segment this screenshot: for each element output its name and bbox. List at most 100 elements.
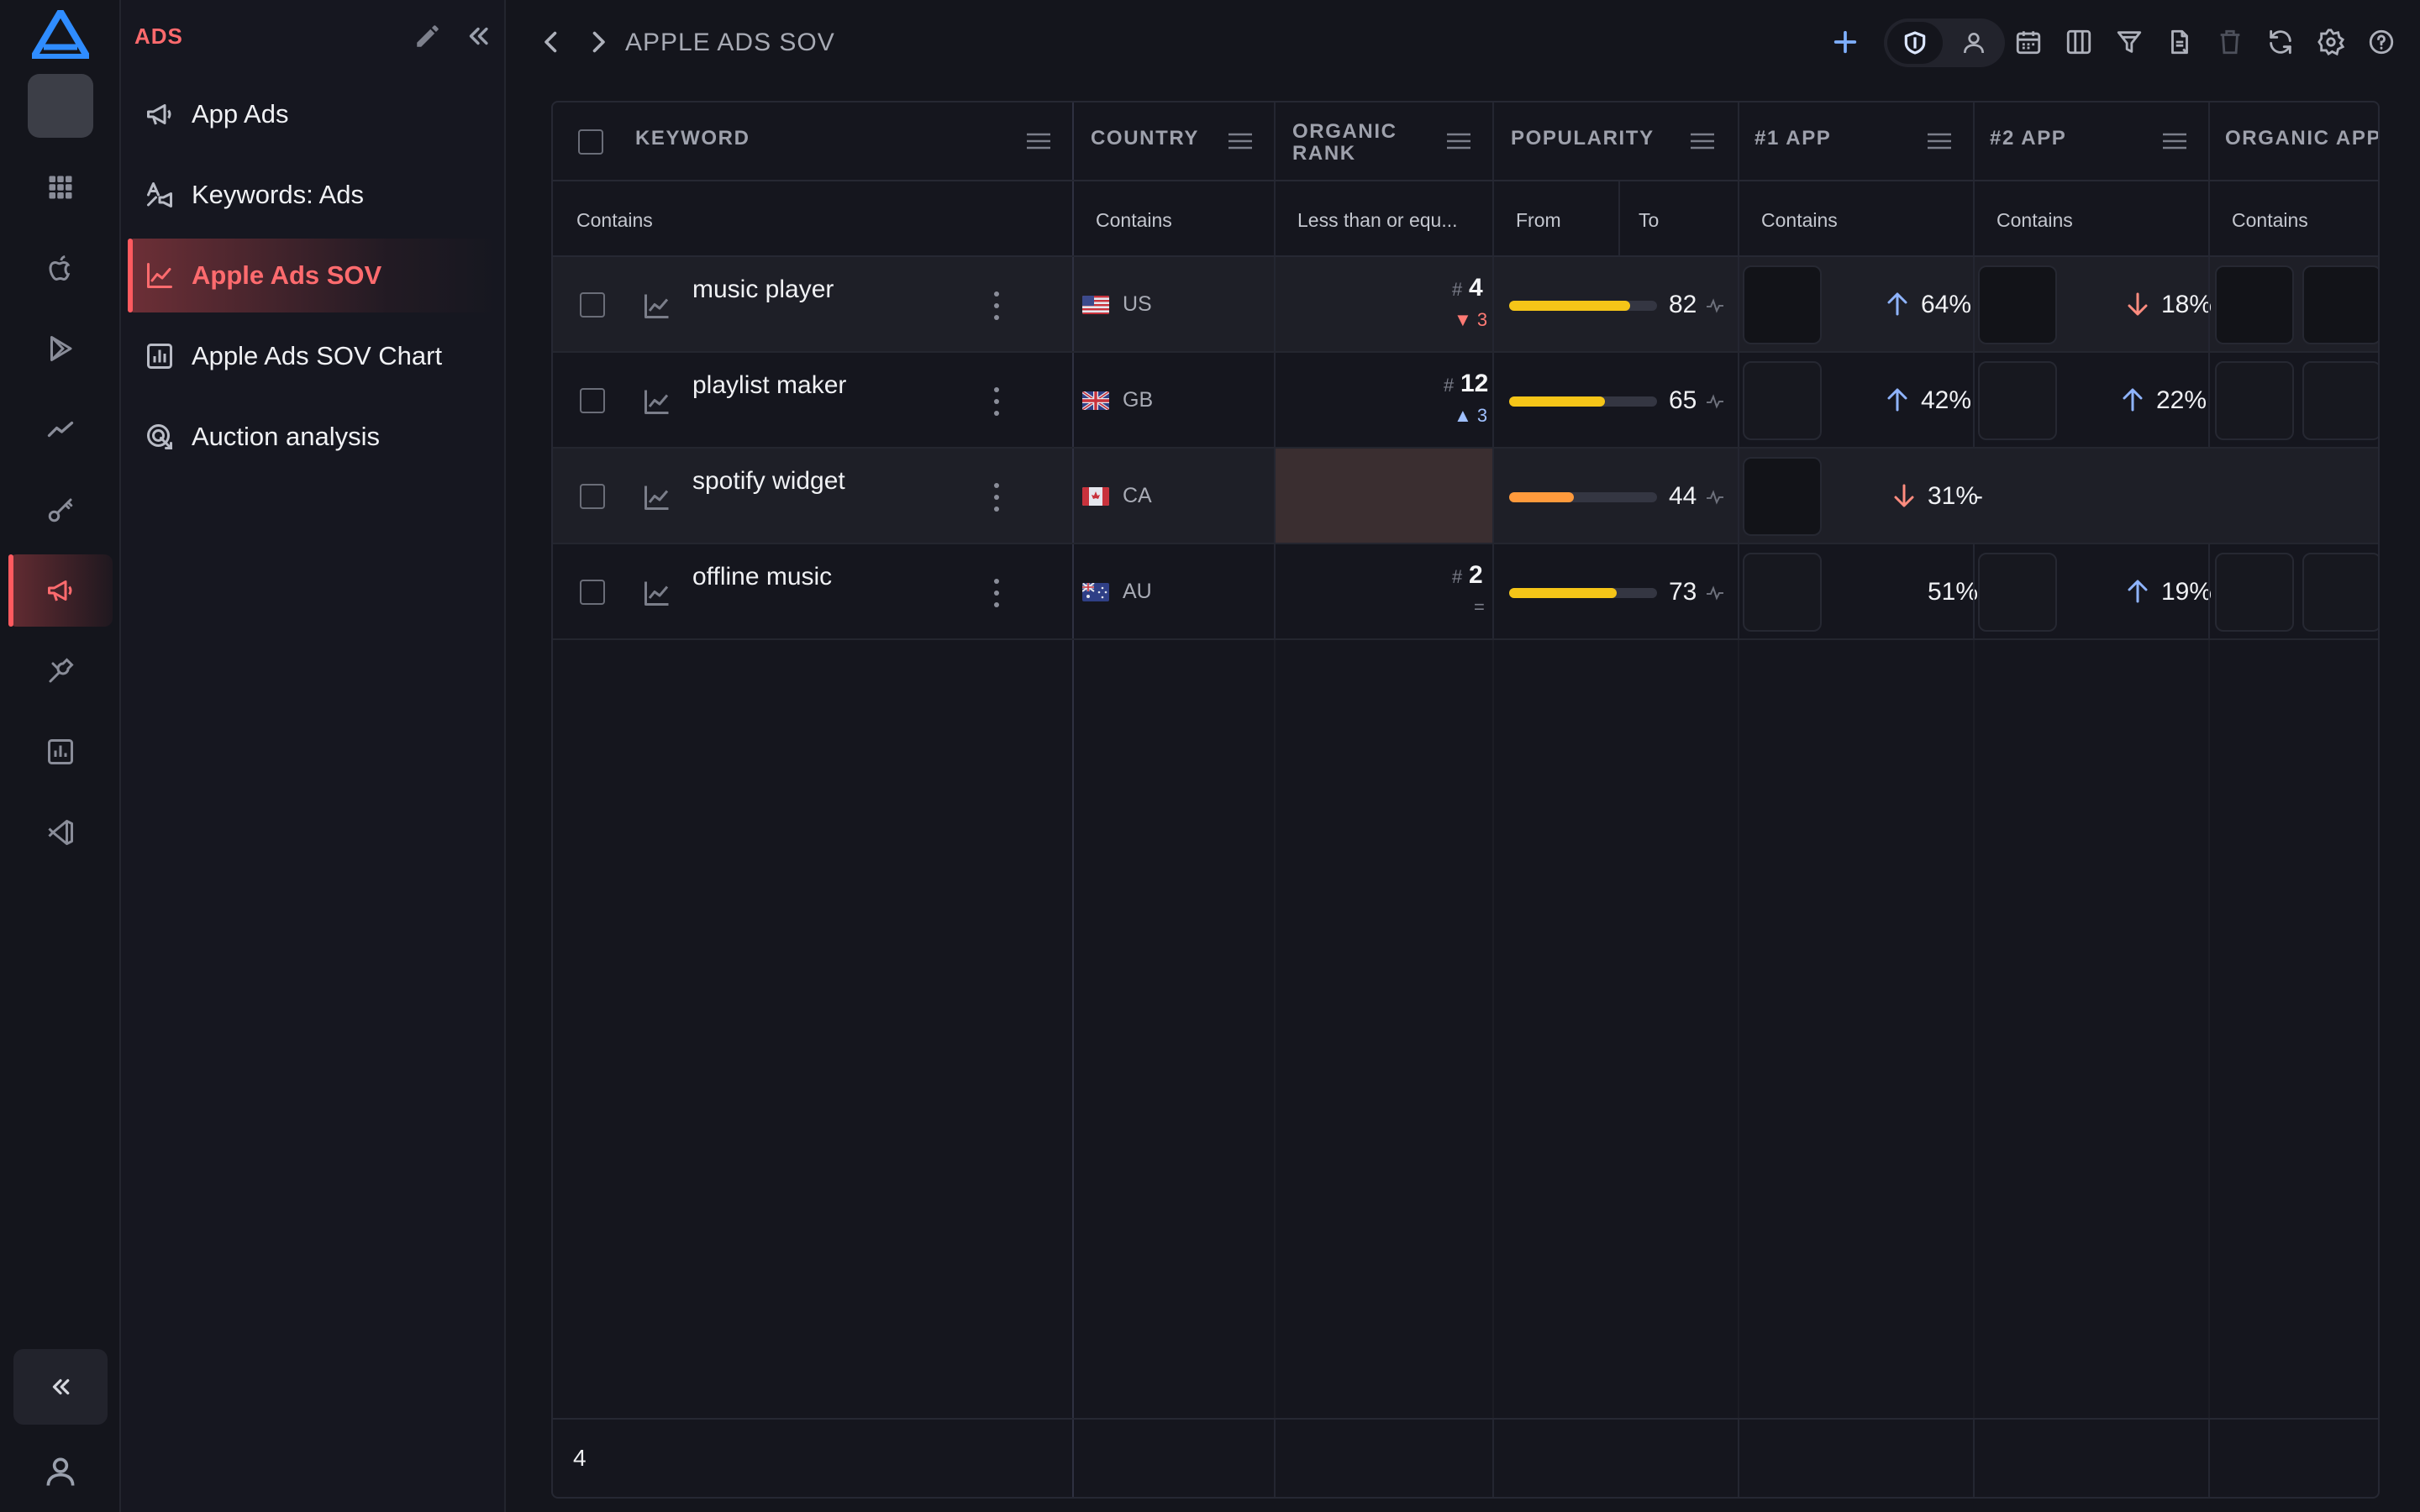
popularity-from-input[interactable]: From bbox=[1516, 202, 1608, 239]
column-menu-button[interactable] bbox=[1689, 131, 1716, 151]
column-header-keyword[interactable]: KEYWORD bbox=[635, 128, 750, 150]
column-header-organic-rank[interactable]: ORGANIC RANK bbox=[1292, 121, 1427, 165]
organic-app-icon-placeholder[interactable] bbox=[2215, 361, 2294, 440]
organic-app-icon-placeholder[interactable] bbox=[2215, 553, 2294, 632]
user-profile-button[interactable] bbox=[42, 1453, 79, 1490]
arrow-up-icon bbox=[2128, 580, 2148, 603]
organic-app-icon-placeholder[interactable] bbox=[2302, 361, 2378, 440]
row-menu-icon[interactable] bbox=[992, 289, 1002, 323]
shield-toggle-button[interactable] bbox=[1887, 22, 1943, 64]
line-chart-icon[interactable] bbox=[642, 578, 672, 608]
chevron-left-icon bbox=[544, 31, 557, 53]
column-header-app2[interactable]: #2 APP bbox=[1990, 128, 2066, 150]
app1-icon-placeholder[interactable] bbox=[1743, 265, 1822, 344]
row-menu-icon[interactable] bbox=[992, 385, 1002, 418]
export-button[interactable] bbox=[2161, 24, 2198, 60]
rail-apple[interactable] bbox=[8, 232, 113, 304]
popularity-value: 73 bbox=[1669, 578, 1697, 606]
settings-button[interactable] bbox=[2312, 24, 2349, 60]
column-menu-button[interactable] bbox=[1025, 131, 1052, 151]
app1-icon-placeholder[interactable] bbox=[1743, 553, 1822, 632]
app1-icon-placeholder[interactable] bbox=[1743, 361, 1822, 440]
columns-button[interactable] bbox=[2060, 24, 2097, 60]
delete-button[interactable] bbox=[2212, 24, 2249, 60]
filter-icon bbox=[2117, 31, 2142, 53]
rail-collapse-button[interactable] bbox=[13, 1349, 108, 1425]
organic-app-icon-placeholder[interactable] bbox=[2302, 553, 2378, 632]
rail-trend[interactable] bbox=[8, 393, 113, 465]
rail-play-store[interactable] bbox=[8, 312, 113, 385]
rail-vscode[interactable] bbox=[8, 796, 113, 869]
export-icon bbox=[2171, 29, 2188, 55]
data-grid: KEYWORD COUNTRY ORGANIC RANK POPULARITY … bbox=[551, 101, 2380, 1499]
add-button[interactable] bbox=[1827, 24, 1864, 60]
rail-reports[interactable] bbox=[8, 716, 113, 788]
organic-app-icon-placeholder[interactable] bbox=[2215, 265, 2294, 344]
double-chevron-left-icon bbox=[52, 1378, 70, 1395]
rail-ads[interactable] bbox=[8, 554, 113, 627]
column-menu-button[interactable] bbox=[1227, 131, 1254, 151]
sidebar-item-apple-ads-sov[interactable]: Apple Ads SOV bbox=[128, 239, 497, 312]
table-row[interactable]: spotify widget CA 44 31% - bbox=[553, 449, 2378, 544]
column-header-app1[interactable]: #1 APP bbox=[1754, 128, 1831, 150]
row-menu-icon[interactable] bbox=[992, 480, 1002, 514]
popularity-value: 82 bbox=[1669, 291, 1697, 318]
app2-icon-placeholder[interactable] bbox=[1978, 265, 2057, 344]
app2-filter-input[interactable]: Contains bbox=[1996, 202, 2198, 239]
row-checkbox[interactable] bbox=[580, 484, 605, 509]
table-row[interactable]: offline music AU # 2 = 73 51% 19% bbox=[553, 544, 2378, 640]
column-menu-button[interactable] bbox=[1926, 131, 1953, 151]
app1-icon-placeholder[interactable] bbox=[1743, 457, 1822, 536]
topbar: APPLE ADS SOV bbox=[506, 0, 2420, 87]
rank-hash: # bbox=[1444, 375, 1455, 396]
forward-button[interactable] bbox=[583, 27, 613, 57]
line-chart-icon[interactable] bbox=[642, 386, 672, 417]
sidebar-item-auction-analysis[interactable]: Auction analysis bbox=[128, 400, 497, 474]
workspace-avatar[interactable] bbox=[28, 74, 93, 138]
help-button[interactable] bbox=[2363, 24, 2400, 60]
app-logo[interactable] bbox=[32, 10, 89, 59]
rail-apps-grid[interactable] bbox=[8, 151, 113, 223]
calendar-button[interactable] bbox=[2010, 24, 2047, 60]
organic-apps-filter-input[interactable]: Contains bbox=[2232, 202, 2375, 239]
app1-share: 42% bbox=[1921, 386, 1972, 414]
rail-keys[interactable] bbox=[8, 474, 113, 546]
keyword-filter-input[interactable]: Contains bbox=[576, 202, 1047, 239]
table-row[interactable]: music player US # 4 ▼ 3 82 64% 18% bbox=[553, 257, 2378, 353]
columns-icon bbox=[2066, 29, 2091, 55]
row-checkbox[interactable] bbox=[580, 388, 605, 413]
edit-sidebar-button[interactable] bbox=[413, 22, 442, 50]
back-button[interactable] bbox=[536, 27, 566, 57]
column-header-country[interactable]: COUNTRY bbox=[1091, 128, 1199, 150]
sidebar-collapse-button[interactable] bbox=[464, 22, 492, 50]
app2-share: 19% bbox=[2161, 578, 2212, 606]
organic-app-icon-placeholder[interactable] bbox=[2302, 265, 2378, 344]
table-row[interactable]: playlist maker GB # 12 ▲ 3 65 42% 22% bbox=[553, 353, 2378, 449]
sidebar-item-app-ads[interactable]: App Ads bbox=[128, 77, 497, 151]
filter-button[interactable] bbox=[2111, 24, 2148, 60]
rail-tools[interactable] bbox=[8, 635, 113, 707]
refresh-button[interactable] bbox=[2262, 24, 2299, 60]
user-toggle-button[interactable] bbox=[1946, 22, 2002, 64]
ca-flag-icon bbox=[1082, 487, 1109, 506]
organic-rank-filter-input[interactable]: Less than or equ... bbox=[1297, 202, 1482, 239]
column-header-popularity[interactable]: POPULARITY bbox=[1511, 128, 1655, 150]
row-count: 4 bbox=[573, 1445, 587, 1471]
line-chart-icon[interactable] bbox=[642, 291, 672, 321]
app1-filter-input[interactable]: Contains bbox=[1761, 202, 1963, 239]
column-header-organic-apps[interactable]: ORGANIC APPS bbox=[2225, 128, 2378, 150]
app2-icon-placeholder[interactable] bbox=[1978, 553, 2057, 632]
popularity-to-input[interactable]: To bbox=[1639, 202, 1723, 239]
app2-icon-placeholder[interactable] bbox=[1978, 361, 2057, 440]
row-menu-icon[interactable] bbox=[992, 576, 1002, 610]
sidebar-item-keywords-ads[interactable]: Keywords: Ads bbox=[128, 158, 497, 232]
sidebar-item-apple-ads-sov-chart[interactable]: Apple Ads SOV Chart bbox=[128, 319, 497, 393]
row-checkbox[interactable] bbox=[580, 580, 605, 605]
row-checkbox[interactable] bbox=[580, 292, 605, 318]
app1-share: 64% bbox=[1921, 291, 1972, 318]
country-filter-input[interactable]: Contains bbox=[1096, 202, 1264, 239]
select-all-checkbox[interactable] bbox=[578, 129, 603, 155]
column-menu-button[interactable] bbox=[1445, 131, 1472, 151]
column-menu-button[interactable] bbox=[2161, 131, 2188, 151]
line-chart-icon[interactable] bbox=[642, 482, 672, 512]
